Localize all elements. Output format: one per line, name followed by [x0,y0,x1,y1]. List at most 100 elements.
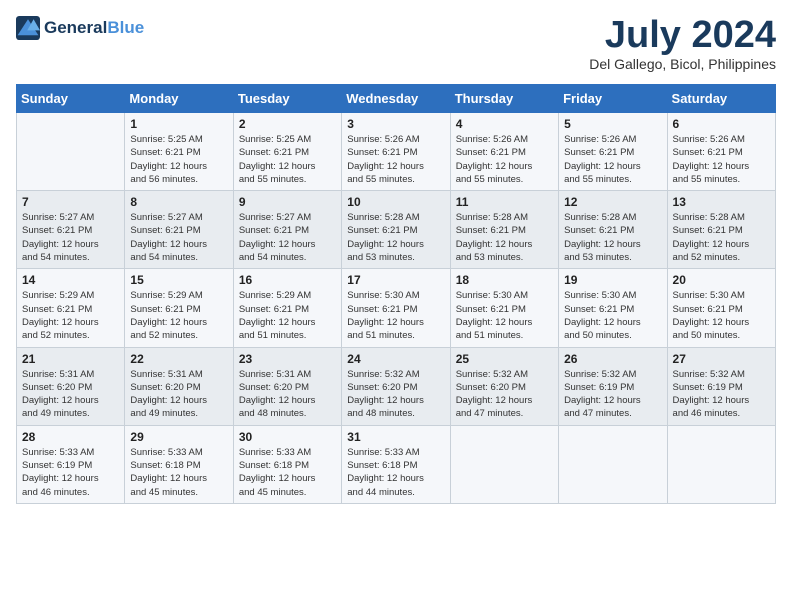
calendar-cell: 15Sunrise: 5:29 AM Sunset: 6:21 PM Dayli… [125,269,233,347]
calendar-cell [450,425,558,503]
calendar-cell: 27 Sunrise: 5:32 AM Sunset: 6:19 PM Dayli… [667,347,775,425]
day-info: Sunrise: 5:30 AM Sunset: 6:21 PM Dayligh… [564,289,661,342]
logo-text: GeneralBlue [44,18,144,38]
page-header: GeneralBlue July 2024 Del Gallego, Bicol… [16,16,776,72]
day-number: 20 [673,273,770,287]
day-info: Sunrise: 5:29 AM Sunset: 6:21 PM Dayligh… [22,289,119,342]
calendar-week-row: 7 Sunrise: 5:27 AM Sunset: 6:21 PM Daylig… [17,191,776,269]
day-number: 7 [22,195,119,209]
weekday-header: Thursday [450,85,558,113]
calendar-cell: 25 Sunrise: 5:32 AM Sunset: 6:20 PM Dayli… [450,347,558,425]
day-info: Sunrise: 5:33 AM Sunset: 6:18 PM Dayligh… [130,446,227,499]
calendar-cell [667,425,775,503]
calendar-cell: 17 Sunrise: 5:30 AM Sunset: 6:21 PM Dayli… [342,269,450,347]
calendar-table: SundayMondayTuesdayWednesdayThursdayFrid… [16,84,776,504]
day-number: 24 [347,352,444,366]
day-info: Sunrise: 5:27 AM Sunset: 6:21 PM Dayligh… [22,211,119,264]
day-number: 31 [347,430,444,444]
calendar-cell: 13 Sunrise: 5:28 AM Sunset: 6:21 PM Dayli… [667,191,775,269]
day-info: Sunrise: 5:33 AM Sunset: 6:19 PM Dayligh… [22,446,119,499]
calendar-cell: 22 Sunrise: 5:31 AM Sunset: 6:20 PM Dayli… [125,347,233,425]
day-number: 6 [673,117,770,131]
day-number: 18 [456,273,553,287]
day-info: Sunrise: 5:32 AM Sunset: 6:19 PM Dayligh… [673,368,770,421]
weekday-header: Tuesday [233,85,341,113]
day-info: Sunrise: 5:31 AM Sunset: 6:20 PM Dayligh… [22,368,119,421]
calendar-cell: 3Sunrise: 5:26 AM Sunset: 6:21 PM Daylig… [342,113,450,191]
day-number: 17 [347,273,444,287]
calendar-header: SundayMondayTuesdayWednesdayThursdayFrid… [17,85,776,113]
calendar-cell: 2 Sunrise: 5:25 AM Sunset: 6:21 PM Daylig… [233,113,341,191]
day-info: Sunrise: 5:28 AM Sunset: 6:21 PM Dayligh… [564,211,661,264]
calendar-body: 1 Sunrise: 5:25 AM Sunset: 6:21 PM Daylig… [17,113,776,504]
calendar-cell: 12Sunrise: 5:28 AM Sunset: 6:21 PM Dayli… [559,191,667,269]
day-number: 19 [564,273,661,287]
weekday-header: Saturday [667,85,775,113]
weekday-header: Friday [559,85,667,113]
day-number: 25 [456,352,553,366]
day-number: 2 [239,117,336,131]
calendar-cell: 10Sunrise: 5:28 AM Sunset: 6:21 PM Dayli… [342,191,450,269]
day-number: 28 [22,430,119,444]
title-block: July 2024 Del Gallego, Bicol, Philippine… [589,16,776,72]
calendar-cell: 5Sunrise: 5:26 AM Sunset: 6:21 PM Daylig… [559,113,667,191]
calendar-week-row: 21 Sunrise: 5:31 AM Sunset: 6:20 PM Dayli… [17,347,776,425]
calendar-cell: 29Sunrise: 5:33 AM Sunset: 6:18 PM Dayli… [125,425,233,503]
calendar-cell [559,425,667,503]
day-info: Sunrise: 5:30 AM Sunset: 6:21 PM Dayligh… [347,289,444,342]
logo-icon [16,16,40,40]
calendar-cell: 16Sunrise: 5:29 AM Sunset: 6:21 PM Dayli… [233,269,341,347]
day-number: 10 [347,195,444,209]
day-info: Sunrise: 5:31 AM Sunset: 6:20 PM Dayligh… [130,368,227,421]
day-info: Sunrise: 5:27 AM Sunset: 6:21 PM Dayligh… [130,211,227,264]
calendar-cell: 8 Sunrise: 5:27 AM Sunset: 6:21 PM Daylig… [125,191,233,269]
location: Del Gallego, Bicol, Philippines [589,56,776,72]
calendar-cell: 14 Sunrise: 5:29 AM Sunset: 6:21 PM Dayli… [17,269,125,347]
calendar-cell: 1 Sunrise: 5:25 AM Sunset: 6:21 PM Daylig… [125,113,233,191]
day-info: Sunrise: 5:30 AM Sunset: 6:21 PM Dayligh… [673,289,770,342]
day-info: Sunrise: 5:27 AM Sunset: 6:21 PM Dayligh… [239,211,336,264]
day-info: Sunrise: 5:25 AM Sunset: 6:21 PM Dayligh… [239,133,336,186]
calendar-cell: 21 Sunrise: 5:31 AM Sunset: 6:20 PM Dayli… [17,347,125,425]
day-number: 1 [130,117,227,131]
day-number: 26 [564,352,661,366]
calendar-cell: 18 Sunrise: 5:30 AM Sunset: 6:21 PM Dayli… [450,269,558,347]
weekday-header: Monday [125,85,233,113]
day-number: 15 [130,273,227,287]
calendar-cell: 6 Sunrise: 5:26 AM Sunset: 6:21 PM Daylig… [667,113,775,191]
day-info: Sunrise: 5:25 AM Sunset: 6:21 PM Dayligh… [130,133,227,186]
day-number: 11 [456,195,553,209]
day-number: 21 [22,352,119,366]
day-info: Sunrise: 5:33 AM Sunset: 6:18 PM Dayligh… [239,446,336,499]
calendar-week-row: 28 Sunrise: 5:33 AM Sunset: 6:19 PM Dayli… [17,425,776,503]
day-info: Sunrise: 5:30 AM Sunset: 6:21 PM Dayligh… [456,289,553,342]
calendar-cell: 7 Sunrise: 5:27 AM Sunset: 6:21 PM Daylig… [17,191,125,269]
calendar-cell: 20 Sunrise: 5:30 AM Sunset: 6:21 PM Dayli… [667,269,775,347]
day-number: 23 [239,352,336,366]
day-number: 8 [130,195,227,209]
day-info: Sunrise: 5:32 AM Sunset: 6:19 PM Dayligh… [564,368,661,421]
day-info: Sunrise: 5:29 AM Sunset: 6:21 PM Dayligh… [239,289,336,342]
day-info: Sunrise: 5:28 AM Sunset: 6:21 PM Dayligh… [456,211,553,264]
day-number: 9 [239,195,336,209]
day-info: Sunrise: 5:32 AM Sunset: 6:20 PM Dayligh… [456,368,553,421]
calendar-cell: 19 Sunrise: 5:30 AM Sunset: 6:21 PM Dayli… [559,269,667,347]
day-info: Sunrise: 5:26 AM Sunset: 6:21 PM Dayligh… [673,133,770,186]
day-info: Sunrise: 5:31 AM Sunset: 6:20 PM Dayligh… [239,368,336,421]
calendar-cell: 4Sunrise: 5:26 AM Sunset: 6:21 PM Daylig… [450,113,558,191]
calendar-cell: 26 Sunrise: 5:32 AM Sunset: 6:19 PM Dayli… [559,347,667,425]
day-number: 22 [130,352,227,366]
day-number: 13 [673,195,770,209]
day-number: 30 [239,430,336,444]
weekday-row: SundayMondayTuesdayWednesdayThursdayFrid… [17,85,776,113]
calendar-cell: 28 Sunrise: 5:33 AM Sunset: 6:19 PM Dayli… [17,425,125,503]
month-title: July 2024 [589,16,776,54]
day-number: 3 [347,117,444,131]
calendar-cell: 11 Sunrise: 5:28 AM Sunset: 6:21 PM Dayli… [450,191,558,269]
day-info: Sunrise: 5:28 AM Sunset: 6:21 PM Dayligh… [673,211,770,264]
calendar-cell: 31Sunrise: 5:33 AM Sunset: 6:18 PM Dayli… [342,425,450,503]
day-number: 27 [673,352,770,366]
day-info: Sunrise: 5:26 AM Sunset: 6:21 PM Dayligh… [564,133,661,186]
day-number: 4 [456,117,553,131]
day-number: 14 [22,273,119,287]
